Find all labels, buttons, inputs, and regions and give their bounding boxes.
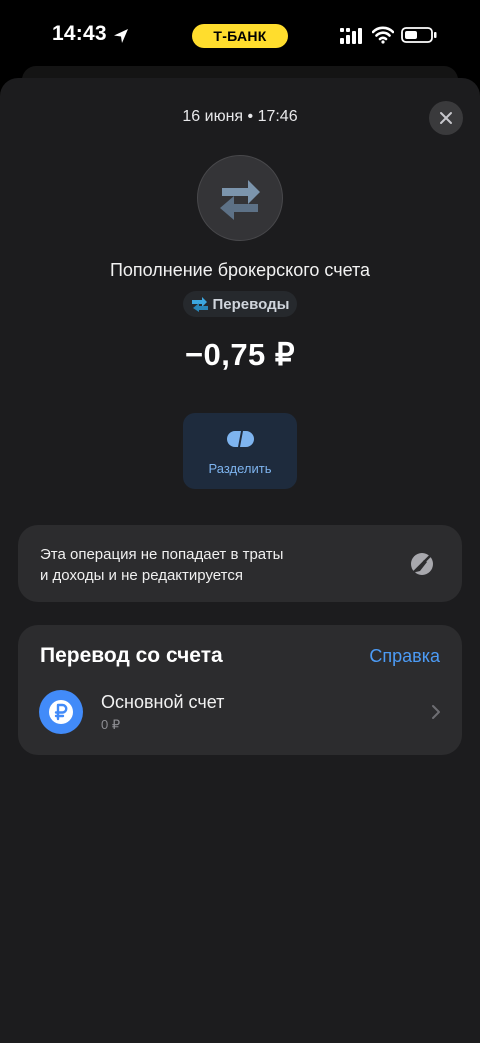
operation-date: 16 июня • 17:46: [182, 108, 298, 125]
category-label: Переводы: [212, 295, 290, 313]
info-card: Эта операция не попадает в траты и доход…: [18, 525, 462, 602]
transfer-arrows-icon: [220, 180, 260, 220]
help-link[interactable]: Справка: [369, 646, 440, 667]
close-icon: [440, 112, 452, 124]
no-edit-icon: [411, 553, 433, 575]
signal-icon: [340, 28, 362, 44]
transfer-category-icon: [191, 297, 208, 312]
operation-icon: [197, 155, 283, 241]
carrier-badge: Т-БАНК: [192, 24, 288, 48]
account-balance: 0 ₽: [101, 717, 121, 732]
location-arrow-icon: [114, 29, 128, 43]
split-icon: [227, 431, 254, 447]
operation-amount: −0,75 ₽: [184, 337, 296, 372]
ruble-icon: [39, 690, 83, 734]
split-label: Разделить: [208, 461, 272, 476]
close-button[interactable]: [429, 101, 463, 135]
info-text: Эта операция не попадает в траты и доход…: [40, 544, 360, 586]
battery-icon: [401, 27, 437, 43]
info-line-2: и доходы и не редактируется: [40, 567, 243, 584]
account-name[interactable]: Основной счет: [101, 692, 224, 713]
account-section-title: Перевод со счета: [40, 644, 223, 667]
info-line-1: Эта операция не попадает в траты: [40, 546, 284, 563]
wifi-icon: [372, 26, 394, 44]
status-time: 14:43: [52, 22, 107, 45]
category-chip[interactable]: Переводы: [183, 291, 297, 317]
chevron-right-icon[interactable]: [431, 704, 441, 720]
status-bar: 14:43 Т-БАНК: [0, 0, 480, 72]
operation-title: Пополнение брокерского счета: [109, 260, 371, 280]
account-card: Перевод со счета Справка Основной счет 0…: [18, 625, 462, 755]
split-button[interactable]: Разделить: [183, 413, 297, 489]
